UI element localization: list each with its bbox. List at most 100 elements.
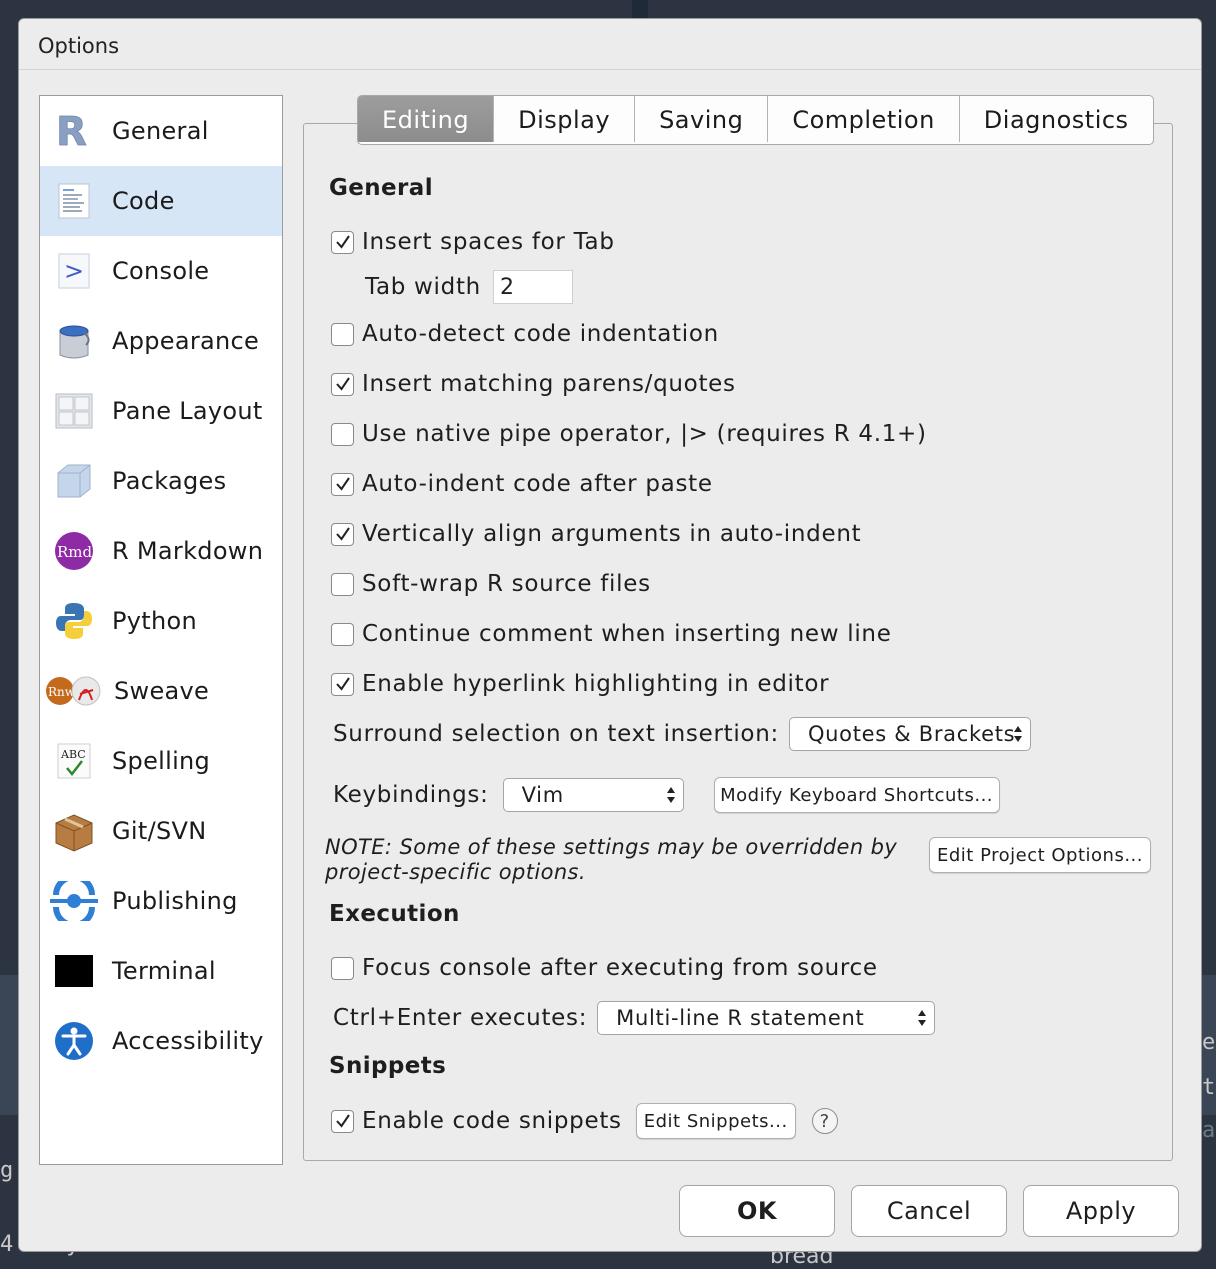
ctrl-enter-select[interactable]: Multi-line R statement [597,1001,936,1035]
sidebar-item-r-markdown[interactable]: Rmd R Markdown [40,516,282,586]
modify-keyboard-shortcuts-button[interactable]: Modify Keyboard Shortcuts... [713,777,1000,813]
svg-text:ABC: ABC [60,748,86,761]
option-ctrl-enter: Ctrl+Enter executes: Multi-line R statem… [333,1001,936,1035]
project-options-note: NOTE: Some of these settings may be over… [325,835,898,884]
sidebar-item-publishing[interactable]: Publishing [40,866,282,936]
background-right-text-3: at [1202,1118,1216,1143]
sidebar-item-label: General [112,117,209,145]
auto-indent-label: Auto-indent code after paste [362,471,713,497]
sidebar-item-packages[interactable]: Packages [40,446,282,516]
checkmark-icon [335,477,350,491]
keybindings-select-value: Vim [521,783,564,807]
option-matching-parens: Insert matching parens/quotes [331,371,736,397]
soft-wrap-checkbox[interactable] [331,572,354,596]
options-sidebar: R General Code > Console Appearance Pane… [39,95,283,1165]
option-hyperlink: Enable hyperlink highlighting in editor [331,671,829,697]
rmd-icon: Rmd [52,529,96,573]
matching-parens-label: Insert matching parens/quotes [362,371,736,397]
vertical-align-label: Vertically align arguments in auto-inden… [362,521,862,547]
sidebar-item-label: R Markdown [112,537,264,565]
matching-parens-checkbox[interactable] [331,372,354,396]
surround-select-value: Quotes & Brackets [807,722,1016,746]
tab-saving[interactable]: Saving [635,96,769,142]
sidebar-item-label: Console [112,257,210,285]
option-soft-wrap: Soft-wrap R source files [331,571,651,597]
edit-snippets-button[interactable]: Edit Snippets... [635,1103,796,1139]
cancel-button[interactable]: Cancel [851,1185,1007,1237]
apply-button[interactable]: Apply [1023,1185,1179,1237]
sidebar-item-terminal[interactable]: Terminal [40,936,282,1006]
background-right-text-1: es [1202,1030,1216,1055]
option-insert-spaces: Insert spaces for Tab [331,229,615,255]
background-left-text-1: g [0,1158,14,1183]
sweave-icon: Rnw [46,669,102,713]
insert-spaces-checkbox[interactable] [331,230,354,254]
publishing-icon [48,879,100,923]
sidebar-item-accessibility[interactable]: Accessibility [40,1006,282,1076]
sidebar-item-pane-layout[interactable]: Pane Layout [40,376,282,446]
select-arrows-icon [666,787,675,803]
ok-button[interactable]: OK [679,1185,835,1237]
checkmark-icon [335,1114,350,1128]
python-icon [52,599,96,643]
r-logo-icon: R [52,109,96,153]
checkmark-icon [335,527,350,541]
option-auto-indent: Auto-indent code after paste [331,471,713,497]
focus-console-checkbox[interactable] [331,956,354,980]
option-focus-console: Focus console after executing from sourc… [331,955,878,981]
sidebar-item-sweave[interactable]: Rnw Sweave [40,656,282,726]
focus-console-label: Focus console after executing from sourc… [362,955,878,981]
surround-label: Surround selection on text insertion: [333,721,779,747]
tab-diagnostics[interactable]: Diagnostics [960,96,1153,142]
sidebar-item-code[interactable]: Code [40,166,282,236]
sidebar-item-general[interactable]: R General [40,96,282,166]
sidebar-item-label: Git/SVN [112,817,207,845]
pane-grid-icon [52,389,96,433]
hyperlink-checkbox[interactable] [331,672,354,696]
option-vertical-align: Vertically align arguments in auto-inden… [331,521,861,547]
sidebar-item-python[interactable]: Python [40,586,282,656]
sidebar-item-git-svn[interactable]: Git/SVN [40,796,282,866]
svg-text:R: R [56,111,87,151]
auto-indent-checkbox[interactable] [331,472,354,496]
sidebar-item-label: Appearance [112,327,260,355]
tab-display[interactable]: Display [494,96,636,142]
soft-wrap-label: Soft-wrap R source files [362,571,651,597]
option-tab-width: Tab width 2 [365,270,573,304]
option-enable-snippets: Enable code snippets Edit Snippets... ? [331,1103,838,1139]
section-heading-general: General [329,175,433,201]
auto-detect-checkbox[interactable] [331,322,354,346]
sidebar-item-spelling[interactable]: ABC Spelling [40,726,282,796]
sidebar-item-label: Pane Layout [112,397,263,425]
native-pipe-checkbox[interactable] [331,422,354,446]
auto-detect-label: Auto-detect code indentation [362,321,719,347]
tab-completion[interactable]: Completion [768,96,960,142]
sidebar-item-label: Terminal [112,957,216,985]
surround-select[interactable]: Quotes & Brackets [788,717,1031,751]
dialog-title: Options [19,19,1201,70]
option-native-pipe: Use native pipe operator, |> (requires R… [331,421,927,447]
continue-comment-checkbox[interactable] [331,622,354,646]
background-left-panel [0,975,18,1115]
tab-editing[interactable]: Editing [358,96,495,142]
sidebar-item-console[interactable]: > Console [40,236,282,306]
vertical-align-checkbox[interactable] [331,522,354,546]
keybindings-select[interactable]: Vim [502,778,684,812]
select-arrows-icon [1013,726,1022,742]
options-dialog: Options R General Code > Console Appeara… [18,18,1202,1252]
native-pipe-label: Use native pipe operator, |> (requires R… [362,421,927,447]
sidebar-item-label: Python [112,607,197,635]
tab-width-label: Tab width [365,274,481,300]
background-window-divider [632,0,648,18]
option-continue-comment: Continue comment when inserting new line [331,621,892,647]
help-icon[interactable]: ? [811,1108,838,1134]
edit-project-options-button[interactable]: Edit Project Options... [929,837,1151,873]
continue-comment-label: Continue comment when inserting new line [362,621,892,647]
enable-snippets-checkbox[interactable] [331,1109,354,1133]
sidebar-item-label: Spelling [112,747,211,775]
sidebar-item-appearance[interactable]: Appearance [40,306,282,376]
tab-width-input[interactable]: 2 [492,270,573,304]
insert-spaces-label: Insert spaces for Tab [362,229,615,255]
svg-text:>: > [64,257,84,285]
ctrl-enter-label: Ctrl+Enter executes: [333,1005,588,1031]
